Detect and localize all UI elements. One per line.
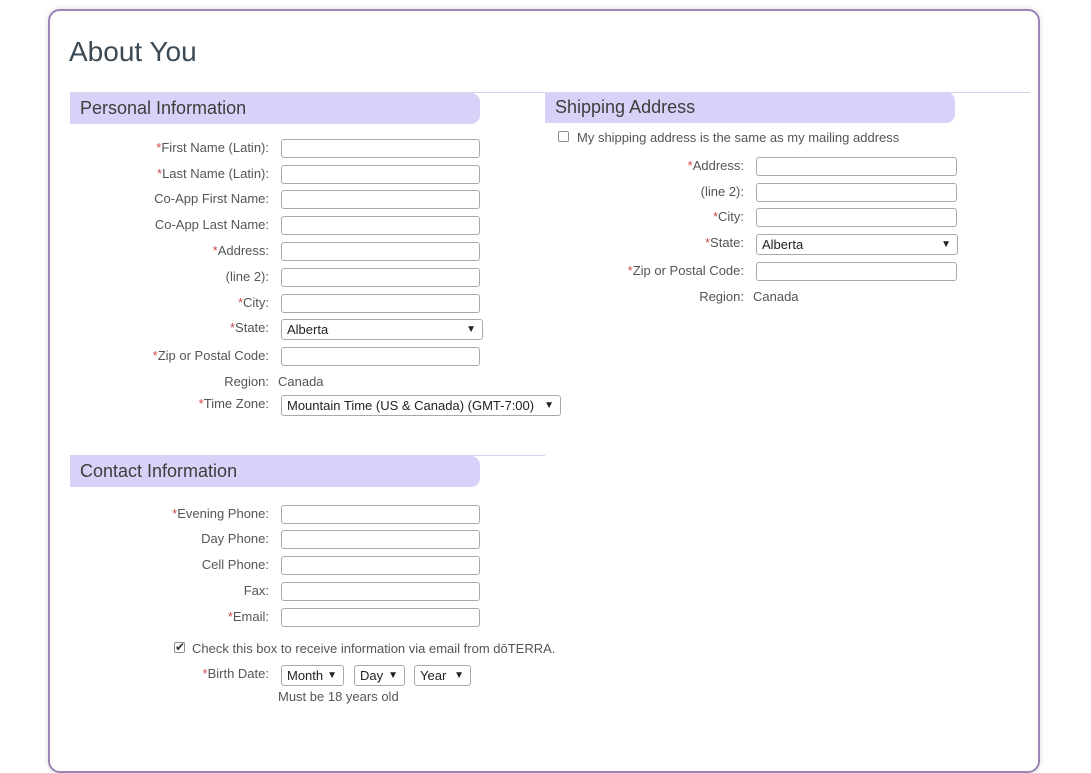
evening-phone-input[interactable] [281, 505, 480, 524]
shipping-city-input[interactable] [756, 208, 957, 227]
age-hint: Must be 18 years old [278, 689, 399, 704]
state-label: *State: [229, 320, 269, 335]
first-name-input[interactable] [281, 139, 480, 158]
city-input[interactable] [281, 294, 480, 313]
state-select[interactable]: Alberta ▼ [281, 319, 483, 340]
fax-input[interactable] [281, 582, 480, 601]
coapp-first-name-label: Co-App First Name: [154, 191, 269, 206]
contact-info-heading: Contact Information [70, 456, 480, 487]
shipping-state-select[interactable]: Alberta ▼ [756, 234, 958, 255]
shipping-state-label: *State: [704, 235, 744, 250]
zip-label: *Zip or Postal Code: [152, 348, 269, 363]
cell-phone-label: Cell Phone: [201, 557, 269, 572]
address-line2-input[interactable] [281, 268, 480, 287]
chevron-down-icon: ▼ [454, 670, 464, 681]
birth-day-select[interactable]: Day ▼ [354, 665, 405, 686]
shipping-address-input[interactable] [756, 157, 957, 176]
timezone-select[interactable]: Mountain Time (US & Canada) (GMT-7:00) ▼ [281, 395, 561, 416]
address-label: *Address: [212, 243, 269, 258]
zip-input[interactable] [281, 347, 480, 366]
birth-month-select[interactable]: Month ▼ [281, 665, 344, 686]
personal-info-heading: Personal Information [70, 93, 480, 124]
coapp-first-name-input[interactable] [281, 190, 480, 209]
email-label: *Email: [227, 609, 269, 624]
last-name-input[interactable] [281, 165, 480, 184]
shipping-region-label: Region: [699, 289, 744, 304]
chevron-down-icon: ▼ [941, 239, 951, 250]
coapp-last-name-input[interactable] [281, 216, 480, 235]
day-phone-input[interactable] [281, 530, 480, 549]
shipping-zip-input[interactable] [756, 262, 957, 281]
shipping-city-label: *City: [712, 209, 744, 224]
shipping-address-heading: Shipping Address [545, 92, 955, 123]
day-phone-label: Day Phone: [201, 531, 269, 546]
fax-label: Fax: [243, 583, 269, 598]
email-optin-label: Check this box to receive information vi… [192, 641, 556, 656]
shipping-line2-input[interactable] [756, 183, 957, 202]
coapp-last-name-label: Co-App Last Name: [154, 217, 269, 232]
region-label: Region: [224, 374, 269, 389]
chevron-down-icon: ▼ [388, 670, 398, 681]
address-input[interactable] [281, 242, 480, 261]
page-title: About You [69, 36, 197, 67]
email-optin-checkbox[interactable]: ✔ [174, 640, 186, 654]
timezone-label: *Time Zone: [198, 396, 269, 411]
same-address-checkbox[interactable] [558, 131, 569, 142]
cell-phone-input[interactable] [281, 556, 480, 575]
email-input[interactable] [281, 608, 480, 627]
check-icon: ✔ [175, 640, 186, 654]
same-address-checkbox-label: My shipping address is the same as my ma… [577, 130, 900, 145]
evening-phone-label: *Evening Phone: [172, 506, 269, 521]
region-value: Canada [278, 374, 324, 389]
city-label: *City: [237, 295, 269, 310]
last-name-label: *Last Name (Latin): [157, 166, 269, 181]
first-name-label: *First Name (Latin): [156, 140, 269, 155]
birth-year-select[interactable]: Year ▼ [414, 665, 471, 686]
shipping-zip-label: *Zip or Postal Code: [627, 263, 744, 278]
chevron-down-icon: ▼ [327, 670, 337, 681]
shipping-region-value: Canada [753, 289, 799, 304]
chevron-down-icon: ▼ [466, 324, 476, 335]
shipping-line2-label: (line 2): [700, 184, 744, 199]
chevron-down-icon: ▼ [544, 400, 554, 411]
address-line2-label: (line 2): [225, 269, 269, 284]
birth-date-label: *Birth Date: [202, 666, 269, 681]
shipping-address-label: *Address: [687, 158, 744, 173]
